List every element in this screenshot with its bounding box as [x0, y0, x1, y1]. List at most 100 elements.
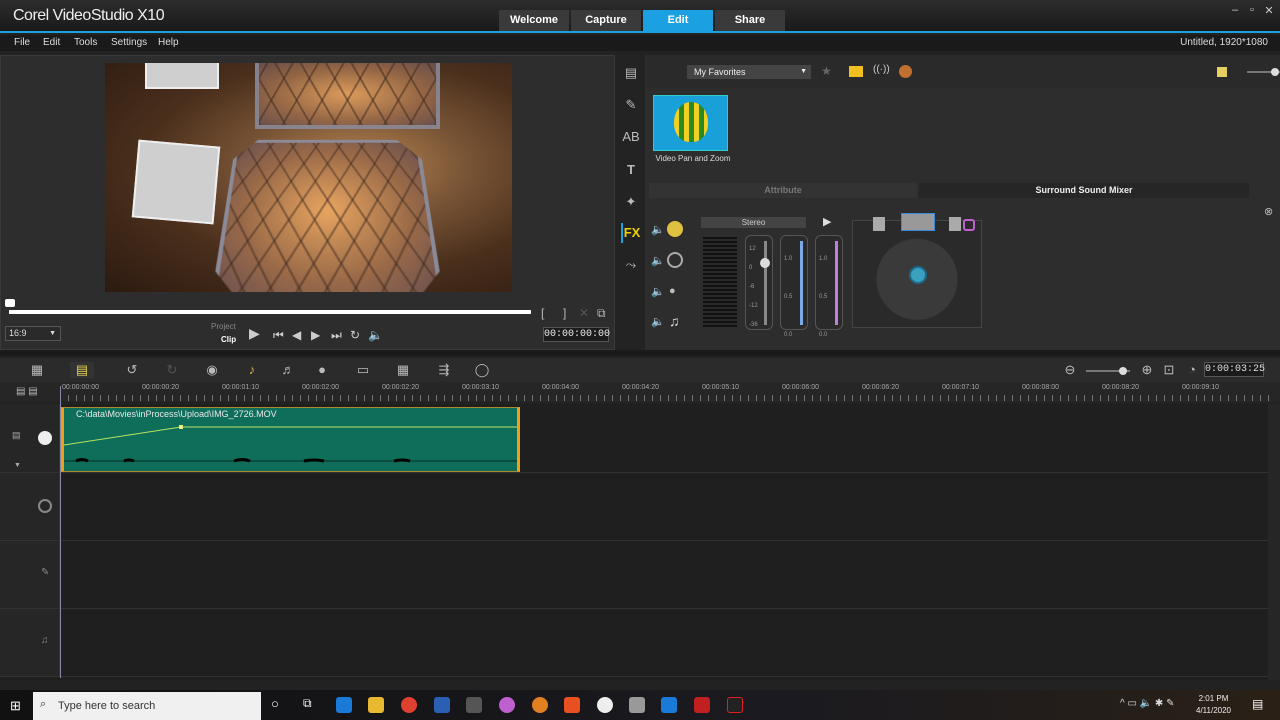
word-icon[interactable]: [434, 697, 450, 713]
windows-start-icon[interactable]: ⊞: [10, 698, 21, 714]
aspect-ratio-select[interactable]: 16:9 ▼: [5, 326, 61, 341]
multi-camera-icon[interactable]: ▦: [391, 362, 415, 378]
system-tray-icons[interactable]: ^ ▭ 🔈 ✱ ✎: [1120, 698, 1174, 709]
mute-music-icon[interactable]: 🔈: [651, 315, 665, 328]
front-rear-fader[interactable]: 1.0 0.5 0.0: [815, 235, 843, 338]
view-icon[interactable]: [1217, 67, 1227, 77]
undo-icon[interactable]: ↺: [120, 362, 144, 378]
mute-overlay-icon[interactable]: 🔈: [651, 254, 665, 267]
graphic-icon[interactable]: ✦: [621, 192, 641, 212]
transition-icon[interactable]: AB: [621, 127, 641, 147]
left-right-fader[interactable]: 1.0 0.5 0.0: [780, 235, 808, 338]
overlay-track-icon[interactable]: [667, 252, 683, 268]
volume-fader[interactable]: 12 0 -6 -12 -36: [745, 235, 773, 330]
minimize-button[interactable]: –: [1226, 4, 1244, 16]
redo-icon[interactable]: ↻: [160, 362, 184, 378]
surround-pan-grid[interactable]: [852, 213, 982, 328]
expand-icon[interactable]: ▼: [14, 462, 21, 469]
play-button[interactable]: ▶: [249, 325, 260, 342]
mode-clip[interactable]: Clip: [221, 335, 236, 344]
mode-project[interactable]: Project: [211, 322, 236, 331]
app-icon[interactable]: [629, 697, 645, 713]
app-icon[interactable]: [597, 697, 613, 713]
tab-share[interactable]: Share: [715, 10, 785, 31]
pan-position-handle[interactable]: [909, 266, 927, 284]
timeline-view-icon[interactable]: ▤: [70, 362, 94, 378]
app-icon[interactable]: [532, 697, 548, 713]
fx-icon[interactable]: FX: [621, 223, 641, 243]
video-track-icon[interactable]: [667, 221, 683, 237]
volume-icon[interactable]: 🔈: [368, 328, 383, 342]
mute-video-icon[interactable]: 🔈: [651, 223, 665, 236]
media-icon[interactable]: ▤: [621, 63, 641, 83]
show-audio-icon[interactable]: ((·)): [873, 64, 890, 75]
repeat-icon[interactable]: ↻: [350, 328, 360, 342]
maximize-button[interactable]: ▫: [1243, 4, 1261, 16]
zoom-slider[interactable]: [1086, 367, 1130, 375]
next-frame-icon[interactable]: ▶: [311, 328, 320, 342]
taskbar-clock[interactable]: 2:01 PM 4/11/2020: [1196, 693, 1231, 717]
scrubber-handle[interactable]: [5, 299, 15, 307]
auto-music-icon[interactable]: ♬: [276, 362, 300, 377]
edge-icon[interactable]: [336, 697, 352, 713]
folder-dropdown[interactable]: My Favorites ▼: [687, 65, 811, 79]
tab-capture[interactable]: Capture: [571, 10, 641, 31]
menu-tools[interactable]: Tools: [74, 37, 97, 48]
video-preview[interactable]: [105, 63, 512, 292]
show-filter-icon[interactable]: [899, 65, 912, 78]
tab-welcome[interactable]: Welcome: [499, 10, 569, 31]
app-icon[interactable]: [694, 697, 710, 713]
track-settings-icon[interactable]: ▤: [12, 430, 21, 441]
app-icon[interactable]: [564, 697, 580, 713]
zoom-out-icon[interactable]: ⊖: [1058, 362, 1082, 378]
mute-voice-icon[interactable]: 🔈: [651, 285, 665, 298]
mixer-play-button[interactable]: ▶: [823, 215, 831, 228]
sound-mixer-icon[interactable]: ♪: [240, 362, 264, 377]
time-remapping-icon[interactable]: ⇶: [432, 362, 456, 378]
videostudio-icon[interactable]: [661, 697, 677, 713]
project-duration[interactable]: 0:00:03:25: [1204, 362, 1265, 377]
menu-file[interactable]: File: [14, 37, 30, 48]
music-track-icon[interactable]: ♫: [669, 313, 680, 329]
app-icon[interactable]: [499, 697, 515, 713]
mark-out-button[interactable]: ]: [563, 306, 566, 320]
close-button[interactable]: ✕: [1260, 4, 1278, 17]
cortana-icon[interactable]: ○: [271, 696, 279, 711]
tab-surround-sound-mixer[interactable]: Surround Sound Mixer: [919, 183, 1249, 198]
go-end-icon[interactable]: ⏭: [331, 328, 342, 343]
task-view-icon[interactable]: ⧉: [303, 696, 312, 711]
close-options-icon[interactable]: ⊗: [1264, 205, 1273, 218]
cut-icon[interactable]: ✕: [579, 306, 589, 320]
taskbar-search[interactable]: Type here to search: [33, 692, 261, 720]
show-video-icon[interactable]: [849, 66, 863, 77]
timeline-scrollbar[interactable]: [1268, 404, 1280, 680]
enlarge-icon[interactable]: ⧉: [597, 306, 606, 321]
timeline-ruler[interactable]: 00:00:00:00 00:00:00:20 00:00:01:10 00:00:0…: [0, 382, 1280, 402]
video-clip[interactable]: C:\data\Movies\inProcess\Upload\IMG_2726…: [61, 407, 520, 472]
app-icon[interactable]: [466, 697, 482, 713]
preview-timecode[interactable]: 00:00:00:00: [543, 327, 610, 342]
fit-project-icon[interactable]: ⊡: [1157, 362, 1181, 378]
menu-edit[interactable]: Edit: [43, 37, 60, 48]
tab-attribute[interactable]: Attribute: [649, 183, 917, 198]
subtitle-editor-icon[interactable]: ▭: [351, 362, 375, 378]
app-icon[interactable]: [727, 697, 743, 713]
storyboard-view-icon[interactable]: ▦: [25, 362, 49, 378]
prev-frame-icon[interactable]: ◀: [292, 328, 301, 342]
menu-settings[interactable]: Settings: [111, 37, 147, 48]
mark-in-button[interactable]: [: [541, 306, 544, 320]
instant-project-icon[interactable]: ✎: [621, 95, 641, 115]
go-start-icon[interactable]: ⏮: [273, 328, 284, 343]
title-icon[interactable]: T: [621, 160, 641, 180]
motion-tracking-icon[interactable]: ●: [310, 362, 334, 377]
playhead[interactable]: [60, 386, 61, 678]
add-favorite-icon[interactable]: ★: [821, 64, 832, 78]
chrome-icon[interactable]: [401, 697, 417, 713]
track-manager-icon[interactable]: ▤ ▤: [16, 386, 38, 397]
volume-envelope[interactable]: [64, 408, 517, 471]
panel-divider[interactable]: [0, 350, 1280, 356]
file-explorer-icon[interactable]: [368, 697, 384, 713]
zoom-in-icon[interactable]: ⊕: [1135, 362, 1159, 378]
notifications-icon[interactable]: ▤: [1252, 697, 1263, 711]
channel-mode[interactable]: Stereo: [701, 217, 806, 228]
